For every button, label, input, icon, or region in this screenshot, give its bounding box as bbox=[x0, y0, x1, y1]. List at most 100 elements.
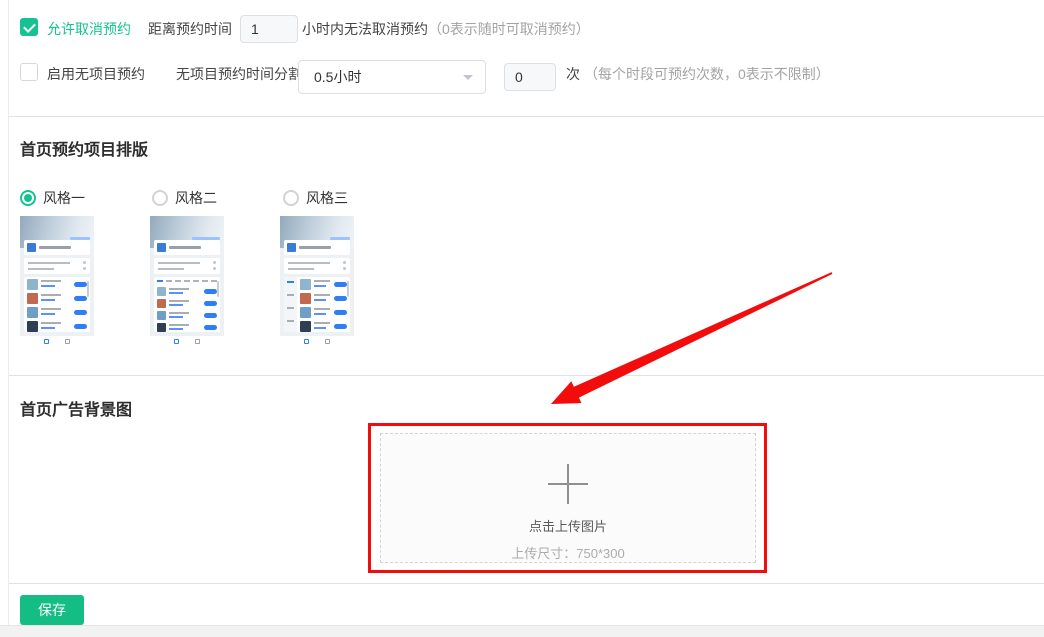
thumb-item-image bbox=[157, 323, 166, 332]
thumb-map-icon bbox=[343, 261, 346, 264]
thumb-item-row bbox=[154, 286, 220, 297]
radio-style-three[interactable]: 风格三 bbox=[283, 188, 348, 208]
thumb-address-line bbox=[158, 262, 200, 264]
thumb-category-tab bbox=[193, 280, 199, 282]
thumb-book-button bbox=[334, 310, 347, 315]
thumb-item-image bbox=[27, 321, 38, 332]
count-unit-label: 次 bbox=[566, 65, 580, 83]
radio-off-icon bbox=[152, 190, 168, 206]
cancel-suffix-label: 小时内无法取消预约 bbox=[302, 20, 428, 38]
cancel-hours-input[interactable] bbox=[240, 15, 298, 43]
allow-cancel-label: 允许取消预约 bbox=[47, 20, 131, 38]
radio-style-one[interactable]: 风格一 bbox=[20, 188, 85, 208]
thumb-category-tab bbox=[184, 280, 190, 282]
thumb-item-title bbox=[169, 324, 189, 326]
thumb-item-row bbox=[154, 298, 220, 309]
thumb-item-image bbox=[157, 287, 166, 296]
thumb-item-price bbox=[314, 285, 326, 287]
thumb-phone-icon bbox=[343, 267, 346, 270]
time-split-label: 无项目预约时间分割 bbox=[176, 65, 302, 83]
layout-section-title: 首页预约项目排版 bbox=[20, 136, 148, 160]
thumb-store-card bbox=[24, 240, 90, 255]
thumb-item-title bbox=[41, 294, 61, 296]
thumb-item-row bbox=[284, 292, 350, 305]
mine-tab-icon bbox=[325, 339, 330, 344]
booking-settings-page: 允许取消预约 距离预约时间 小时内无法取消预约 （0表示随时可取消预约） 启用无… bbox=[0, 0, 1044, 637]
thumb-item-list bbox=[154, 277, 220, 332]
thumb-category-tab bbox=[175, 280, 181, 282]
thumb-item-price bbox=[41, 285, 55, 287]
thumb-store-name bbox=[299, 246, 331, 249]
thumb-store-logo bbox=[157, 243, 166, 252]
thumb-book-button bbox=[74, 324, 87, 329]
thumb-item-title bbox=[41, 322, 61, 324]
style-two-thumbnail[interactable] bbox=[150, 216, 224, 348]
thumb-item-image bbox=[157, 299, 166, 308]
thumb-item-title bbox=[169, 312, 189, 314]
thumb-item-list bbox=[24, 277, 90, 332]
radio-off-icon bbox=[283, 190, 299, 206]
thumb-book-button bbox=[334, 324, 347, 329]
thumb-store-logo bbox=[287, 243, 296, 252]
thumb-item-row bbox=[154, 322, 220, 333]
thumb-item-row bbox=[24, 292, 90, 305]
section-divider-3 bbox=[9, 583, 1044, 584]
horizontal-scrollbar-track[interactable] bbox=[0, 625, 1044, 637]
thumb-item-row bbox=[284, 278, 350, 291]
thumb-address-line bbox=[28, 262, 70, 264]
section-divider-2 bbox=[9, 375, 1044, 376]
upload-label: 点击上传图片 bbox=[529, 516, 607, 535]
thumb-item-image bbox=[27, 307, 38, 318]
thumb-item-title bbox=[314, 294, 330, 296]
page-left-divider bbox=[8, 0, 9, 637]
radio-style-two-label: 风格二 bbox=[175, 188, 217, 208]
mine-tab-icon bbox=[195, 339, 200, 344]
thumb-item-image bbox=[300, 293, 311, 304]
home-tab-icon bbox=[304, 339, 309, 344]
radio-on-icon bbox=[20, 190, 36, 206]
thumb-scrollbar bbox=[87, 281, 89, 297]
thumb-scrollbar bbox=[347, 281, 349, 297]
distance-time-label: 距离预约时间 bbox=[148, 20, 232, 38]
thumb-item-price bbox=[169, 328, 183, 330]
thumb-book-button bbox=[204, 289, 217, 294]
count-input[interactable] bbox=[504, 63, 556, 91]
thumb-category-tab bbox=[166, 280, 172, 282]
radio-style-two[interactable]: 风格二 bbox=[152, 188, 217, 208]
mine-tab-icon bbox=[65, 339, 70, 344]
thumb-item-price bbox=[41, 299, 55, 301]
count-hint: （每个时段可预约次数，0表示不限制） bbox=[584, 65, 830, 83]
style-three-thumbnail[interactable] bbox=[280, 216, 354, 348]
radio-style-one-label: 风格一 bbox=[43, 188, 85, 208]
allow-cancel-checkbox[interactable] bbox=[20, 18, 38, 36]
thumb-item-image bbox=[300, 321, 311, 332]
radio-style-three-label: 风格三 bbox=[306, 188, 348, 208]
no-project-checkbox[interactable] bbox=[20, 63, 38, 81]
thumb-item-title bbox=[41, 280, 61, 282]
thumb-item-title bbox=[314, 280, 330, 282]
thumb-info-card bbox=[24, 258, 90, 274]
interval-select-value: 0.5小时 bbox=[314, 67, 463, 87]
thumb-book-button bbox=[204, 301, 217, 306]
interval-select[interactable]: 0.5小时 bbox=[298, 60, 486, 94]
thumb-book-button bbox=[74, 310, 87, 315]
thumb-category-tab bbox=[157, 280, 163, 282]
style-one-thumbnail[interactable] bbox=[20, 216, 94, 348]
save-button[interactable]: 保存 bbox=[20, 595, 84, 625]
thumb-item-price bbox=[314, 327, 326, 329]
thumb-item-image bbox=[27, 279, 38, 290]
plus-icon bbox=[548, 464, 588, 503]
cancel-hint: （0表示随时可取消预约） bbox=[428, 20, 590, 38]
thumb-item-price bbox=[169, 316, 183, 318]
thumb-store-name bbox=[39, 246, 71, 249]
upload-area[interactable]: 点击上传图片 上传尺寸：750*300 bbox=[380, 433, 756, 563]
thumb-item-title bbox=[169, 288, 189, 290]
home-tab-icon bbox=[174, 339, 179, 344]
thumb-info-card bbox=[154, 258, 220, 274]
thumb-item-title bbox=[314, 308, 330, 310]
thumb-book-button bbox=[204, 325, 217, 330]
thumb-store-card bbox=[284, 240, 350, 255]
thumb-item-price bbox=[41, 327, 55, 329]
thumb-item-image bbox=[157, 311, 166, 320]
thumb-item-title bbox=[41, 308, 61, 310]
